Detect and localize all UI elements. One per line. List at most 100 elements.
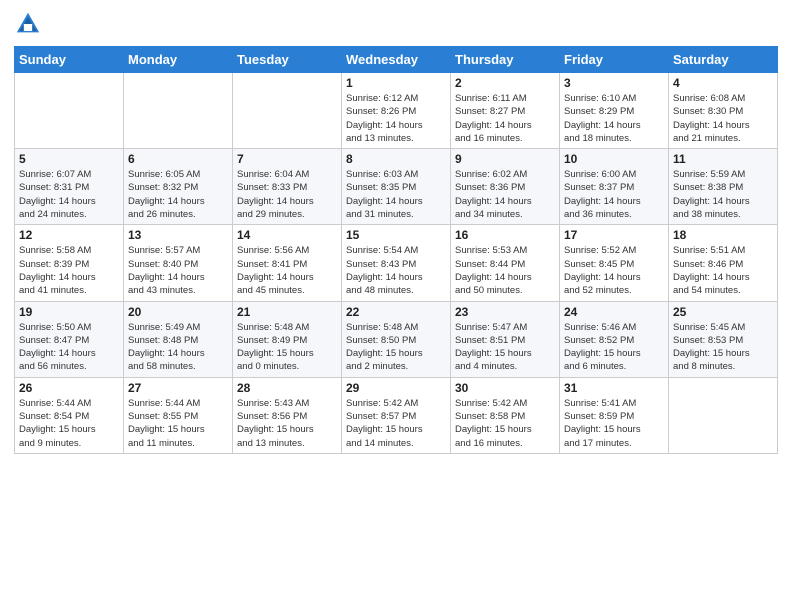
day-number: 2	[455, 76, 555, 90]
day-number: 13	[128, 228, 228, 242]
day-cell: 12Sunrise: 5:58 AM Sunset: 8:39 PM Dayli…	[15, 225, 124, 301]
day-number: 3	[564, 76, 664, 90]
day-number: 25	[673, 305, 773, 319]
day-cell	[124, 73, 233, 149]
day-cell: 15 Sunrise: 5:54 AM Sunset: 8:43 PM Dayli…	[342, 225, 451, 301]
day-number: 31	[564, 381, 664, 395]
weekday-monday: Monday	[124, 47, 233, 73]
weekday-tuesday: Tuesday	[233, 47, 342, 73]
day-info: Sunrise: 5:56 AM Sunset: 8:41 PM Dayligh…	[237, 244, 337, 297]
day-info: Sunrise: 5:59 AM Sunset: 8:38 PM Dayligh…	[673, 168, 773, 221]
weekday-thursday: Thursday	[451, 47, 560, 73]
day-cell: 27 Sunrise: 5:44 AM Sunset: 8:55 PM Dayli…	[124, 377, 233, 453]
page: SundayMondayTuesdayWednesdayThursdayFrid…	[0, 0, 792, 612]
day-info: Sunrise: 5:53 AM Sunset: 8:44 PM Dayligh…	[455, 244, 555, 297]
day-cell: 18 Sunrise: 5:51 AM Sunset: 8:46 PM Dayli…	[669, 225, 778, 301]
day-cell	[233, 73, 342, 149]
day-info: Sunrise: 5:49 AM Sunset: 8:48 PM Dayligh…	[128, 321, 228, 374]
header	[14, 10, 778, 38]
day-info: Sunrise: 5:44 AM Sunset: 8:54 PM Dayligh…	[19, 397, 119, 450]
day-number: 4	[673, 76, 773, 90]
day-number: 16	[455, 228, 555, 242]
day-cell: 10 Sunrise: 6:00 AM Sunset: 8:37 PM Dayli…	[560, 149, 669, 225]
day-number: 27	[128, 381, 228, 395]
day-info: Sunrise: 6:11 AM Sunset: 8:27 PM Dayligh…	[455, 92, 555, 145]
day-cell: 21Sunrise: 5:48 AM Sunset: 8:49 PM Dayli…	[233, 301, 342, 377]
day-number: 19	[19, 305, 119, 319]
day-info: Sunrise: 5:57 AM Sunset: 8:40 PM Dayligh…	[128, 244, 228, 297]
day-info: Sunrise: 6:03 AM Sunset: 8:35 PM Dayligh…	[346, 168, 446, 221]
day-info: Sunrise: 5:42 AM Sunset: 8:58 PM Dayligh…	[455, 397, 555, 450]
day-cell: 7Sunrise: 6:04 AM Sunset: 8:33 PM Daylig…	[233, 149, 342, 225]
day-info: Sunrise: 5:46 AM Sunset: 8:52 PM Dayligh…	[564, 321, 664, 374]
day-info: Sunrise: 5:45 AM Sunset: 8:53 PM Dayligh…	[673, 321, 773, 374]
day-number: 23	[455, 305, 555, 319]
day-number: 9	[455, 152, 555, 166]
day-number: 20	[128, 305, 228, 319]
day-cell: 29 Sunrise: 5:42 AM Sunset: 8:57 PM Dayli…	[342, 377, 451, 453]
day-number: 22	[346, 305, 446, 319]
weekday-wednesday: Wednesday	[342, 47, 451, 73]
day-cell: 1Sunrise: 6:12 AM Sunset: 8:26 PM Daylig…	[342, 73, 451, 149]
day-number: 26	[19, 381, 119, 395]
day-info: Sunrise: 6:04 AM Sunset: 8:33 PM Dayligh…	[237, 168, 337, 221]
day-info: Sunrise: 5:54 AM Sunset: 8:43 PM Dayligh…	[346, 244, 446, 297]
day-cell: 19Sunrise: 5:50 AM Sunset: 8:47 PM Dayli…	[15, 301, 124, 377]
day-cell: 13 Sunrise: 5:57 AM Sunset: 8:40 PM Dayli…	[124, 225, 233, 301]
day-cell: 20 Sunrise: 5:49 AM Sunset: 8:48 PM Dayli…	[124, 301, 233, 377]
weekday-saturday: Saturday	[669, 47, 778, 73]
day-info: Sunrise: 6:08 AM Sunset: 8:30 PM Dayligh…	[673, 92, 773, 145]
week-row-5: 26 Sunrise: 5:44 AM Sunset: 8:54 PM Dayli…	[15, 377, 778, 453]
day-cell: 31 Sunrise: 5:41 AM Sunset: 8:59 PM Dayli…	[560, 377, 669, 453]
day-number: 14	[237, 228, 337, 242]
day-info: Sunrise: 5:42 AM Sunset: 8:57 PM Dayligh…	[346, 397, 446, 450]
day-cell: 23 Sunrise: 5:47 AM Sunset: 8:51 PM Dayli…	[451, 301, 560, 377]
day-number: 18	[673, 228, 773, 242]
day-cell	[15, 73, 124, 149]
day-cell: 14 Sunrise: 5:56 AM Sunset: 8:41 PM Dayli…	[233, 225, 342, 301]
weekday-friday: Friday	[560, 47, 669, 73]
day-cell: 2 Sunrise: 6:11 AM Sunset: 8:27 PM Daylig…	[451, 73, 560, 149]
day-info: Sunrise: 6:02 AM Sunset: 8:36 PM Dayligh…	[455, 168, 555, 221]
day-info: Sunrise: 5:41 AM Sunset: 8:59 PM Dayligh…	[564, 397, 664, 450]
day-number: 12	[19, 228, 119, 242]
day-info: Sunrise: 5:48 AM Sunset: 8:49 PM Dayligh…	[237, 321, 337, 374]
day-info: Sunrise: 6:00 AM Sunset: 8:37 PM Dayligh…	[564, 168, 664, 221]
day-number: 29	[346, 381, 446, 395]
logo	[14, 10, 46, 38]
day-cell: 30 Sunrise: 5:42 AM Sunset: 8:58 PM Dayli…	[451, 377, 560, 453]
day-number: 11	[673, 152, 773, 166]
day-cell: 22 Sunrise: 5:48 AM Sunset: 8:50 PM Dayli…	[342, 301, 451, 377]
day-number: 6	[128, 152, 228, 166]
day-info: Sunrise: 5:52 AM Sunset: 8:45 PM Dayligh…	[564, 244, 664, 297]
day-number: 28	[237, 381, 337, 395]
day-cell	[669, 377, 778, 453]
weekday-header-row: SundayMondayTuesdayWednesdayThursdayFrid…	[15, 47, 778, 73]
day-number: 15	[346, 228, 446, 242]
week-row-3: 12Sunrise: 5:58 AM Sunset: 8:39 PM Dayli…	[15, 225, 778, 301]
day-number: 10	[564, 152, 664, 166]
day-info: Sunrise: 6:10 AM Sunset: 8:29 PM Dayligh…	[564, 92, 664, 145]
day-info: Sunrise: 5:48 AM Sunset: 8:50 PM Dayligh…	[346, 321, 446, 374]
day-cell: 5Sunrise: 6:07 AM Sunset: 8:31 PM Daylig…	[15, 149, 124, 225]
day-number: 24	[564, 305, 664, 319]
day-info: Sunrise: 5:47 AM Sunset: 8:51 PM Dayligh…	[455, 321, 555, 374]
day-info: Sunrise: 5:51 AM Sunset: 8:46 PM Dayligh…	[673, 244, 773, 297]
day-info: Sunrise: 5:44 AM Sunset: 8:55 PM Dayligh…	[128, 397, 228, 450]
day-number: 5	[19, 152, 119, 166]
day-number: 30	[455, 381, 555, 395]
day-cell: 4 Sunrise: 6:08 AM Sunset: 8:30 PM Daylig…	[669, 73, 778, 149]
day-cell: 16 Sunrise: 5:53 AM Sunset: 8:44 PM Dayli…	[451, 225, 560, 301]
day-cell: 3 Sunrise: 6:10 AM Sunset: 8:29 PM Daylig…	[560, 73, 669, 149]
day-cell: 17 Sunrise: 5:52 AM Sunset: 8:45 PM Dayli…	[560, 225, 669, 301]
weekday-sunday: Sunday	[15, 47, 124, 73]
day-info: Sunrise: 5:43 AM Sunset: 8:56 PM Dayligh…	[237, 397, 337, 450]
week-row-2: 5Sunrise: 6:07 AM Sunset: 8:31 PM Daylig…	[15, 149, 778, 225]
week-row-1: 1Sunrise: 6:12 AM Sunset: 8:26 PM Daylig…	[15, 73, 778, 149]
day-number: 8	[346, 152, 446, 166]
day-cell: 8 Sunrise: 6:03 AM Sunset: 8:35 PM Daylig…	[342, 149, 451, 225]
day-cell: 28 Sunrise: 5:43 AM Sunset: 8:56 PM Dayli…	[233, 377, 342, 453]
day-cell: 26 Sunrise: 5:44 AM Sunset: 8:54 PM Dayli…	[15, 377, 124, 453]
day-number: 17	[564, 228, 664, 242]
day-cell: 25 Sunrise: 5:45 AM Sunset: 8:53 PM Dayli…	[669, 301, 778, 377]
